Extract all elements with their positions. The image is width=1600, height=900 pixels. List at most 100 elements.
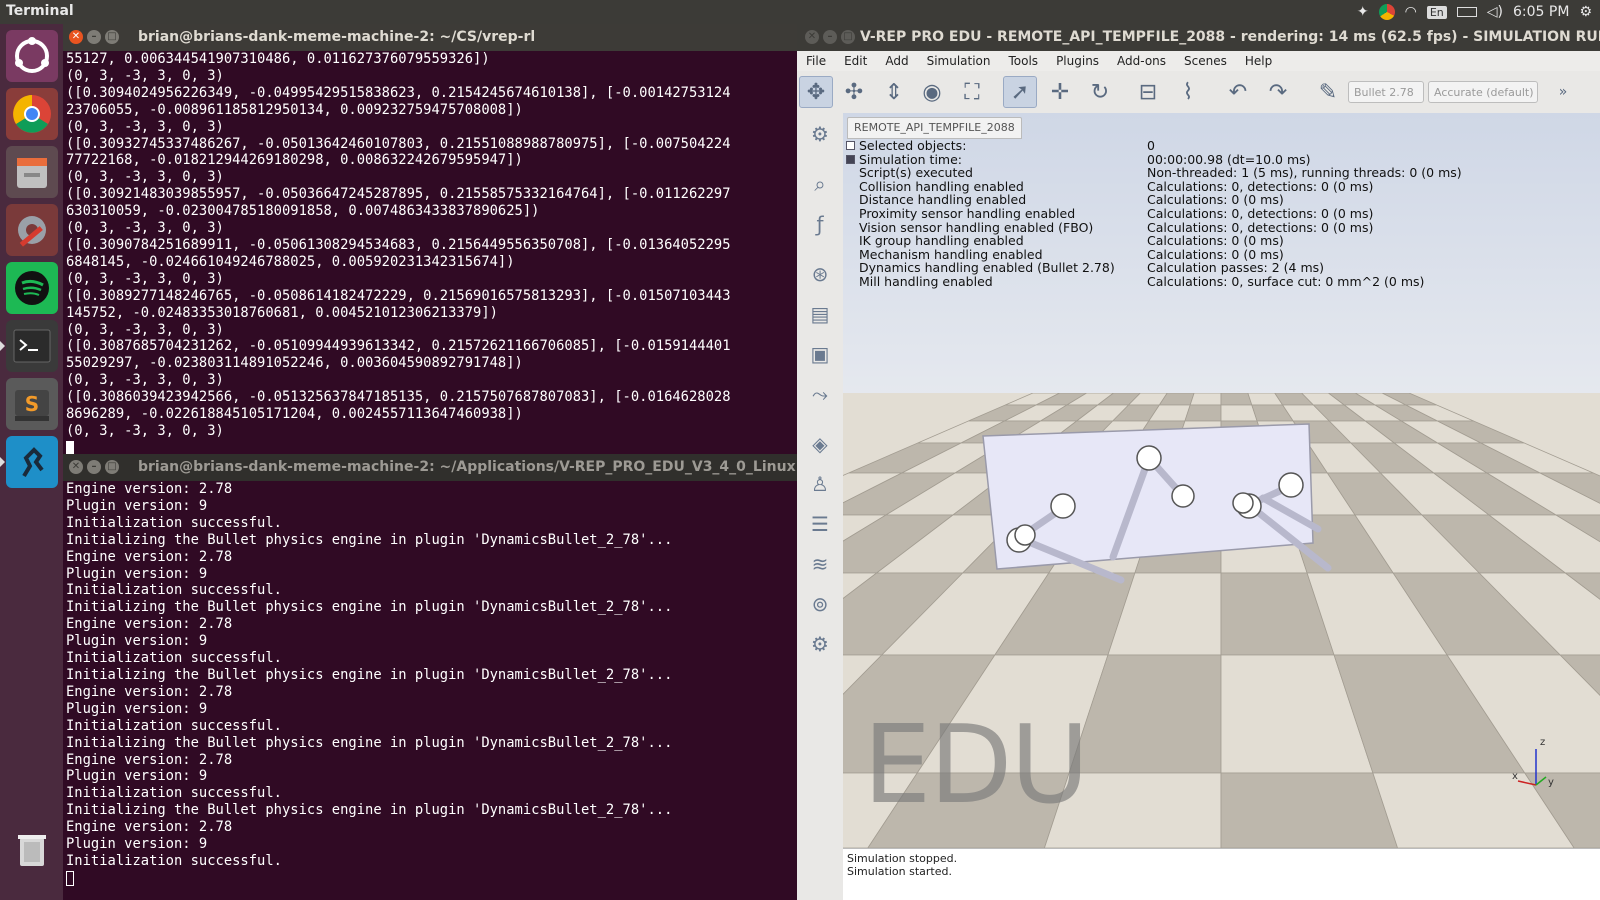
maximize-button[interactable]: □	[841, 30, 855, 44]
click-select-icon[interactable]: ➚	[1003, 76, 1037, 108]
physics-engine-select[interactable]: Bullet 2.78	[1348, 81, 1424, 103]
terminal-titlebar[interactable]: ✕ – □ brian@brians-dank-meme-machine-2: …	[63, 454, 797, 481]
files-launcher-button[interactable]	[6, 146, 58, 198]
trash-launcher-button[interactable]	[6, 824, 58, 876]
maximize-button[interactable]: □	[105, 30, 119, 44]
zoom-icon[interactable]: ⌕	[805, 169, 835, 199]
terminal-line: ([0.30932745337486267, -0.05013642460107…	[66, 135, 731, 152]
sublime-launcher-button[interactable]: S	[6, 378, 58, 430]
vrep-titlebar[interactable]: ✕ – □ V-REP PRO EDU - REMOTE_API_TEMPFIL…	[797, 24, 1600, 51]
vrep-window[interactable]: ✕ – □ V-REP PRO EDU - REMOTE_API_TEMPFIL…	[797, 24, 1600, 900]
scene-viewport[interactable]: REMOTE_API_TEMPFILE_2088 Selected object…	[843, 113, 1600, 848]
terminal-line: 8696289, -0.022618845105171204, 0.002455…	[66, 406, 523, 423]
system-tray: ✦ ◠ En ◁) 6:05 PM ⚙	[1357, 2, 1592, 22]
path-edit-icon[interactable]: ⤳	[805, 379, 835, 409]
status-bar[interactable]: Simulation stopped. Simulation started.	[843, 848, 1600, 900]
chrome-launcher-button[interactable]	[6, 88, 58, 140]
terminal-line: ([0.3094024956226349, -0.049954295158386…	[66, 84, 731, 101]
menu-plugins[interactable]: Plugins	[1047, 51, 1108, 71]
clock[interactable]: 6:05 PM	[1513, 4, 1569, 20]
menu-tools[interactable]: Tools	[1000, 51, 1048, 71]
terminal-line: Initialization successful.	[66, 852, 282, 869]
volume-icon[interactable]: ◁)	[1487, 4, 1503, 20]
shape-edit-icon[interactable]: ▣	[805, 339, 835, 369]
terminal-line: Plugin version: 9	[66, 633, 208, 650]
chrome-tray-icon[interactable]	[1378, 4, 1395, 20]
terminal-icon	[13, 329, 51, 363]
menu-addons[interactable]: Add-ons	[1108, 51, 1175, 71]
terminal-output[interactable]: 55127, 0.006344541907310486, 0.011627376…	[63, 51, 797, 454]
calculation-modules-icon[interactable]: ⊛	[805, 259, 835, 289]
terminal-line: (0, 3, -3, 3, 0, 3)	[66, 118, 224, 135]
model-browser-icon[interactable]: ♙	[805, 469, 835, 499]
menu-edit[interactable]: Edit	[835, 51, 876, 71]
scripts-icon[interactable]: ▤	[805, 299, 835, 329]
terminal-line: (0, 3, -3, 3, 0, 3)	[66, 422, 224, 439]
terminal-line: 77722168, -0.018212944269180298, 0.00863…	[66, 152, 523, 169]
status-line: Simulation started.	[847, 865, 952, 878]
video-recorder-icon[interactable]: ⊚	[805, 589, 835, 619]
toolbar-overflow-icon[interactable]: »	[1553, 76, 1573, 108]
menu-add[interactable]: Add	[876, 51, 917, 71]
left-toolbar: ⚙ ⌕ ƒ ⊛ ▤ ▣ ⤳ ◈ ♙ ☰ ≋ ⊚ ⚙	[797, 113, 844, 900]
camera-angle-icon[interactable]: ◉	[915, 76, 949, 108]
terminal-line: (0, 3, -3, 3, 0, 3)	[66, 372, 224, 389]
object-shift-icon[interactable]: ✛	[1043, 76, 1077, 108]
redo-icon[interactable]: ↷	[1261, 76, 1295, 108]
dropbox-icon[interactable]: ✦	[1357, 4, 1369, 20]
terminal-titlebar[interactable]: ✕ – □ brian@brians-dank-meme-machine-2: …	[63, 24, 797, 51]
terminal-line: Initialization successful.	[66, 650, 282, 667]
terminal-line: 145752, -0.02483353018760681, 0.00452101…	[66, 304, 498, 321]
menu-help[interactable]: Help	[1236, 51, 1281, 71]
terminal-line: Engine version: 2.78	[66, 548, 233, 565]
terminal-launcher-button[interactable]	[0, 320, 58, 372]
selection-icon[interactable]: ◈	[805, 429, 835, 459]
minimize-button[interactable]: –	[87, 460, 101, 474]
axis-z-label: z	[1540, 737, 1545, 748]
terminal-line: Plugin version: 9	[66, 497, 208, 514]
wifi-icon[interactable]: ◠	[1405, 4, 1417, 20]
spotify-launcher-button[interactable]	[6, 262, 58, 314]
simulation-settings-icon[interactable]: ⚙	[805, 119, 835, 149]
settings-launcher-button[interactable]	[6, 204, 58, 256]
maximize-button[interactable]: □	[105, 460, 119, 474]
menu-file[interactable]: File	[797, 51, 835, 71]
terminal-output[interactable]: Engine version: 2.78 Plugin version: 9 I…	[63, 481, 797, 887]
launcher: S	[0, 24, 63, 900]
close-button[interactable]: ✕	[805, 30, 819, 44]
battery-icon[interactable]	[1456, 7, 1477, 17]
terminal-line: ([0.3089277148246765, -0.050861418247222…	[66, 287, 731, 304]
scene-hierarchy-icon[interactable]: ☰	[805, 509, 835, 539]
accuracy-value: Accurate (default)	[1434, 86, 1534, 99]
dynamics-engine-icon[interactable]: ✎	[1311, 76, 1345, 108]
layers-icon[interactable]: ≋	[805, 549, 835, 579]
transfer-dna-icon[interactable]: ⌇	[1171, 76, 1205, 108]
camera-shift-icon[interactable]: ⇕	[877, 76, 911, 108]
vrep-launcher-button[interactable]	[0, 436, 58, 488]
camera-pan-icon[interactable]: ✥	[799, 76, 833, 108]
ubuntu-dash-button[interactable]	[6, 30, 58, 82]
menu-simulation[interactable]: Simulation	[918, 51, 1000, 71]
settings-gear-icon[interactable]: ⚙	[1579, 4, 1592, 20]
undo-icon[interactable]: ↶	[1221, 76, 1255, 108]
keyboard-language-indicator[interactable]: En	[1426, 5, 1447, 19]
minimize-button[interactable]: –	[87, 30, 101, 44]
accuracy-select[interactable]: Accurate (default)	[1428, 81, 1538, 103]
close-button[interactable]: ✕	[69, 460, 83, 474]
user-settings-icon[interactable]: ⚙	[805, 629, 835, 659]
minimize-button[interactable]: –	[823, 30, 837, 44]
object-rotate-icon[interactable]: ↻	[1083, 76, 1117, 108]
terminal-window-vrep-app[interactable]: ✕ – □ brian@brians-dank-meme-machine-2: …	[63, 454, 797, 900]
toolbar: ✥ ✣ ⇕ ◉ ⛶ ➚ ✛ ↻ ⊟ ⌇ ↶ ↷ ✎ Bullet 2.78 Ac…	[797, 71, 1600, 114]
script-function-icon[interactable]: ƒ	[805, 209, 835, 239]
terminal-line: (0, 3, -3, 3, 0, 3)	[66, 270, 224, 287]
terminal-line: ([0.3087685704231262, -0.051099449396133…	[66, 338, 731, 355]
close-button[interactable]: ✕	[69, 30, 83, 44]
menu-scenes[interactable]: Scenes	[1175, 51, 1236, 71]
assemble-icon[interactable]: ⊟	[1131, 76, 1165, 108]
terminal-cursor	[66, 870, 74, 886]
camera-rotate-icon[interactable]: ✣	[837, 76, 871, 108]
terminal-window-vrep-rl[interactable]: ✕ – □ brian@brians-dank-meme-machine-2: …	[63, 24, 797, 454]
terminal-line: (0, 3, -3, 3, 0, 3)	[66, 321, 224, 338]
fit-to-view-icon[interactable]: ⛶	[955, 76, 989, 108]
